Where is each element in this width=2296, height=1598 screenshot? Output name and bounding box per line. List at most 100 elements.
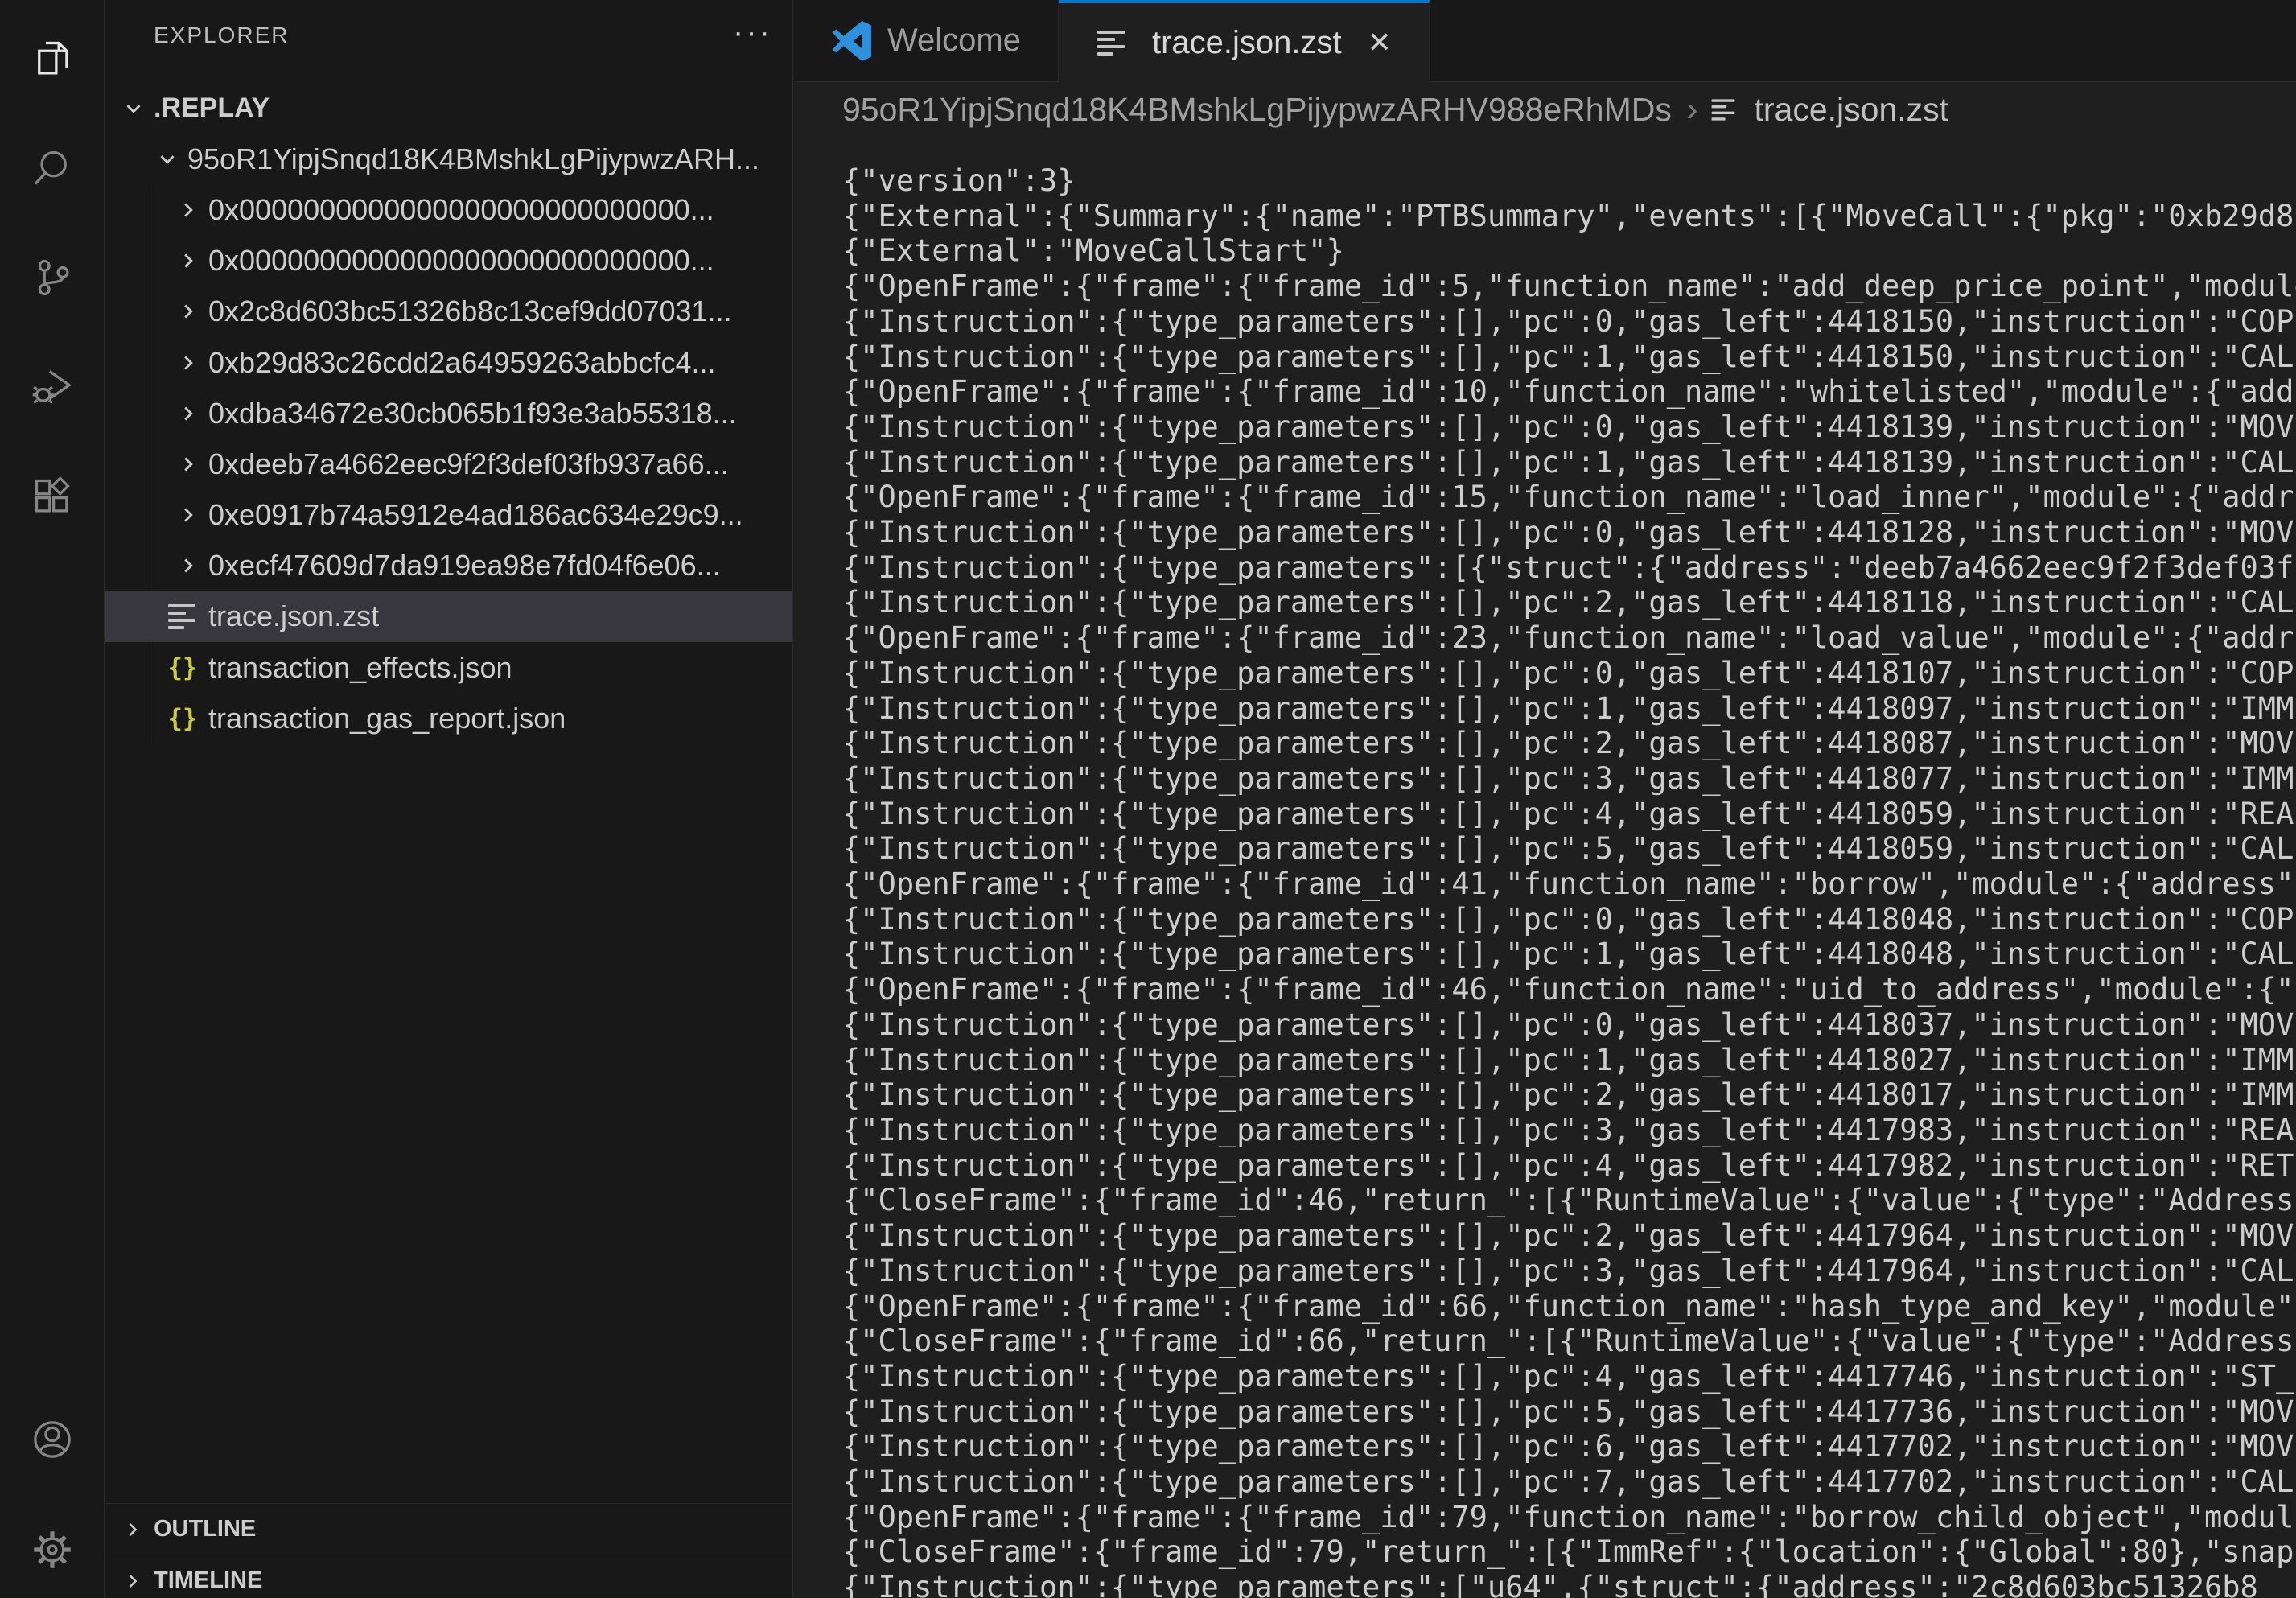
json-icon: {} xyxy=(167,652,199,684)
code-line: {"CloseFrame":{"frame_id":46,"return_":[… xyxy=(842,1183,2296,1218)
code-line: {"Instruction":{"type_parameters":[],"pc… xyxy=(842,1394,2296,1430)
tree-item-label: .REPLAY xyxy=(154,93,270,124)
tree-folder-address[interactable]: 0xb29d83c26cdd2a64959263abbcfc4... xyxy=(105,337,792,388)
activity-source-control-button[interactable] xyxy=(0,223,105,332)
tree-item-label: 0x0000000000000000000000000000... xyxy=(208,193,714,227)
tree-folder-digest[interactable]: 95oR1YipjSnqd18K4BMshkLgPijypwzARH... xyxy=(105,134,792,184)
activity-accounts-button[interactable] xyxy=(0,1385,105,1494)
sidebar-section-outline[interactable]: OUTLINE xyxy=(105,1503,792,1555)
tab-welcome[interactable]: Welcome xyxy=(794,0,1059,81)
code-line: {"External":"MoveCallStart"} xyxy=(842,233,2296,269)
explorer-sidebar: EXPLORER ··· .REPLAY 95oR1YipjSnqd18K4BM… xyxy=(105,0,793,1598)
code-line: {"Instruction":{"type_parameters":[],"pc… xyxy=(842,691,2296,727)
code-line: {"CloseFrame":{"frame_id":79,"return_":[… xyxy=(842,1534,2296,1570)
chevron-down-icon xyxy=(121,97,146,121)
code-line: {"OpenFrame":{"frame":{"frame_id":15,"fu… xyxy=(842,480,2296,515)
chevron-right-icon xyxy=(176,402,200,426)
activity-bar xyxy=(0,0,105,1598)
json-icon: {} xyxy=(167,702,199,735)
tab-bar: Welcome trace.json.zst ✕ xyxy=(794,0,2296,82)
tree-item-label: 0xdeeb7a4662eec9f2f3def03fb937a66... xyxy=(208,447,729,481)
tree-folder-address[interactable]: 0xdeeb7a4662eec9f2f3def03fb937a66... xyxy=(105,439,792,489)
source-control-icon xyxy=(31,257,73,299)
tree-root-replay[interactable]: .REPLAY xyxy=(105,83,792,134)
tree-folder-address[interactable]: 0xecf47609d7da919ea98e7fd04f6e06... xyxy=(105,541,792,591)
chevron-right-icon xyxy=(176,351,200,375)
code-line: {"Instruction":{"type_parameters":[],"pc… xyxy=(842,831,2296,867)
code-line: {"Instruction":{"type_parameters":[{"str… xyxy=(842,550,2296,586)
chevron-right-icon xyxy=(176,503,200,527)
tab-label: Welcome xyxy=(887,23,1021,59)
code-line: {"Instruction":{"type_parameters":[],"pc… xyxy=(842,304,2296,340)
code-line: {"Instruction":{"type_parameters":[],"pc… xyxy=(842,1218,2296,1254)
code-line: {"Instruction":{"type_parameters":[],"pc… xyxy=(842,1359,2296,1394)
tree-item-label: 95oR1YipjSnqd18K4BMshkLgPijypwzARH... xyxy=(187,142,759,176)
sidebar-section-timeline[interactable]: TIMELINE xyxy=(105,1555,792,1598)
tree-item-label: 0xe0917b74a5912e4ad186ac634e29c9... xyxy=(208,498,743,532)
code-line: {"Instruction":{"type_parameters":[],"pc… xyxy=(842,1043,2296,1078)
code-line: {"Instruction":{"type_parameters":[],"pc… xyxy=(842,726,2296,761)
code-line: {"version":3} xyxy=(842,163,2296,199)
tree-folder-address[interactable]: 0x2c8d603bc51326b8c13cef9dd07031... xyxy=(105,286,792,337)
activity-search-button[interactable] xyxy=(0,113,105,223)
code-line: {"Instruction":{"type_parameters":[],"pc… xyxy=(842,410,2296,445)
editor-pane[interactable]: {"version":3} {"External":{"Summary":{"n… xyxy=(794,137,2296,1598)
file-lines-icon xyxy=(1096,27,1128,59)
activity-explorer-button[interactable] xyxy=(0,4,105,113)
code-line: {"Instruction":{"type_parameters":[],"pc… xyxy=(842,797,2296,832)
tree-item-label: 0x2c8d603bc51326b8c13cef9dd07031... xyxy=(208,294,732,328)
tree-item-label: transaction_effects.json xyxy=(208,651,512,685)
more-actions-icon[interactable]: ··· xyxy=(733,14,772,51)
code-line: {"Instruction":{"type_parameters":[],"pc… xyxy=(842,1148,2296,1184)
tree-file-trace[interactable]: trace.json.zst xyxy=(105,591,792,642)
code-line: {"OpenFrame":{"frame":{"frame_id":23,"fu… xyxy=(842,620,2296,656)
code-line: {"Instruction":{"type_parameters":[],"pc… xyxy=(842,902,2296,937)
code-line: {"OpenFrame":{"frame":{"frame_id":5,"fun… xyxy=(842,269,2296,304)
tree-item-label: 0xecf47609d7da919ea98e7fd04f6e06... xyxy=(208,549,721,583)
editor-group: Welcome trace.json.zst ✕ 95oR1YipjSnqd18… xyxy=(794,0,2296,1598)
chevron-right-icon: › xyxy=(1686,89,1698,130)
sidebar-title: EXPLORER xyxy=(154,23,290,48)
chevron-right-icon xyxy=(176,249,200,273)
close-icon[interactable]: ✕ xyxy=(1368,26,1392,60)
activity-run-debug-button[interactable] xyxy=(0,332,105,442)
code-line: {"Instruction":{"type_parameters":[],"pc… xyxy=(842,1464,2296,1500)
tree-folder-address[interactable]: 0x0000000000000000000000000000... xyxy=(105,236,792,286)
code-line: {"Instruction":{"type_parameters":[],"pc… xyxy=(842,1077,2296,1113)
breadcrumb-file[interactable]: trace.json.zst xyxy=(1755,91,1949,129)
tree-folder-address[interactable]: 0xdba34672e30cb065b1f93e3ab55318... xyxy=(105,388,792,439)
code-line: {"Instruction":{"type_parameters":[],"pc… xyxy=(842,1007,2296,1043)
file-lines-icon xyxy=(167,600,199,632)
activity-extensions-button[interactable] xyxy=(0,442,105,551)
tree-item-label: 0x0000000000000000000000000000... xyxy=(208,244,714,278)
tree-file-transaction-effects[interactable]: {} transaction_effects.json xyxy=(105,642,792,693)
tab-trace-json-zst[interactable]: trace.json.zst ✕ xyxy=(1059,0,1430,82)
tree-item-label: 0xdba34672e30cb065b1f93e3ab55318... xyxy=(208,397,737,430)
chevron-right-icon xyxy=(176,299,200,323)
breadcrumb-folder[interactable]: 95oR1YipjSnqd18K4BMshkLgPijypwzARHV988eR… xyxy=(842,91,1672,129)
code-line: {"Instruction":{"type_parameters":[],"pc… xyxy=(842,761,2296,797)
activity-settings-button[interactable] xyxy=(0,1495,105,1598)
code-content: {"version":3} {"External":{"Summary":{"n… xyxy=(794,137,2296,1598)
code-line: {"Instruction":{"type_parameters":[],"pc… xyxy=(842,340,2296,375)
extensions-icon xyxy=(31,476,73,517)
tree-folder-address[interactable]: 0x0000000000000000000000000000... xyxy=(105,184,792,235)
code-line: {"External":{"Summary":{"name":"PTBSumma… xyxy=(842,199,2296,234)
code-line: {"Instruction":{"type_parameters":[],"pc… xyxy=(842,515,2296,550)
code-line: {"CloseFrame":{"frame_id":66,"return_":[… xyxy=(842,1324,2296,1359)
code-line: {"Instruction":{"type_parameters":[],"pc… xyxy=(842,1254,2296,1289)
tree-item-label: transaction_gas_report.json xyxy=(208,702,566,735)
code-line: {"Instruction":{"type_parameters":[],"pc… xyxy=(842,1113,2296,1148)
tree-folder-address[interactable]: 0xe0917b74a5912e4ad186ac634e29c9... xyxy=(105,490,792,541)
code-line: {"Instruction":{"type_parameters":[],"pc… xyxy=(842,937,2296,972)
vscode-logo-icon xyxy=(831,20,873,62)
tree-file-transaction-gas-report[interactable]: {} transaction_gas_report.json xyxy=(105,693,792,743)
tree-item-label: 0xb29d83c26cdd2a64959263abbcfc4... xyxy=(208,346,716,380)
code-line: {"OpenFrame":{"frame":{"frame_id":10,"fu… xyxy=(842,374,2296,410)
files-icon xyxy=(31,38,73,80)
tab-label: trace.json.zst xyxy=(1152,25,1342,61)
account-icon xyxy=(31,1419,73,1460)
breadcrumb[interactable]: 95oR1YipjSnqd18K4BMshkLgPijypwzARHV988eR… xyxy=(794,82,2296,137)
chevron-right-icon xyxy=(121,1570,144,1592)
debug-icon xyxy=(31,366,73,408)
